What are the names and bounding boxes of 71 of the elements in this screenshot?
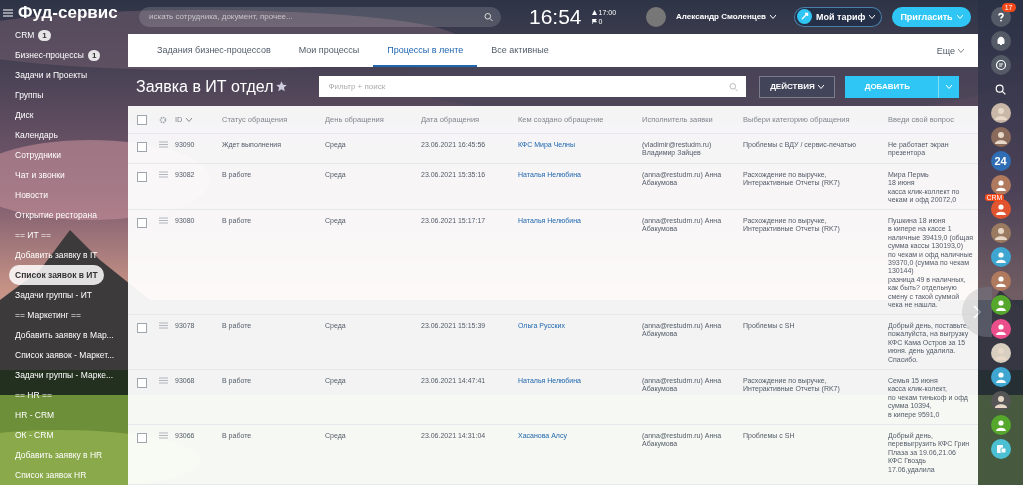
actions-button[interactable]: ДЕЙСТВИЯ [759, 75, 835, 98]
sidebar-item[interactable]: Открытие ресторана [9, 205, 103, 225]
caret-icon [946, 84, 952, 89]
sidebar-item[interactable]: Список заявок в ИТ [9, 265, 104, 285]
caret-icon [956, 14, 963, 19]
phone-icon [994, 443, 1007, 455]
tab[interactable]: Мои процессы [284, 33, 374, 68]
row-checkbox[interactable] [137, 172, 147, 182]
tab[interactable]: Процессы в ленте [373, 33, 478, 68]
filter-field[interactable]: Фильтр + поиск [319, 76, 747, 98]
sidebar-item[interactable]: Новости [9, 185, 54, 205]
caret-icon [185, 117, 192, 122]
sidebar-item[interactable]: Чат и звонки [9, 165, 71, 185]
sidebar-item[interactable]: Бизнес-процессы 1 [9, 45, 107, 65]
page-title: Заявка в ИТ отдел [136, 77, 274, 96]
counter-badge: 1 [38, 29, 51, 41]
row-checkbox[interactable] [137, 378, 147, 388]
sidebar-item[interactable]: Диск [9, 105, 40, 125]
tariff-button[interactable]: Мой тариф [794, 6, 883, 27]
sidebar-item[interactable]: HR - CRM [9, 405, 61, 425]
caret-icon [869, 14, 876, 19]
sidebar-item[interactable]: == ИТ == [9, 225, 57, 245]
sidebar-item[interactable]: Добавить заявку в Мар... [9, 325, 120, 345]
select-all-checkbox[interactable] [137, 115, 147, 125]
user-icon [994, 371, 1007, 383]
search-icon [995, 83, 1006, 95]
caret-icon [958, 48, 964, 53]
sidebar-item[interactable]: Задачи и Проекты [9, 65, 94, 85]
sidebar-item[interactable]: Календарь [9, 125, 64, 145]
user-icon [994, 203, 1007, 215]
person-icon [993, 394, 1008, 408]
sidebar-item[interactable]: == Маркетинг == [9, 305, 87, 325]
user-name[interactable]: Александр Смоленцев [676, 12, 777, 22]
alarm-icon [591, 9, 597, 15]
flag-icon [591, 18, 597, 24]
caret-icon [817, 84, 824, 89]
row-checkbox[interactable] [137, 323, 147, 333]
more-link[interactable]: Еще [936, 33, 964, 68]
search-icon [729, 82, 739, 92]
sidebar-item[interactable]: == HR == [9, 385, 58, 405]
row-checkbox[interactable] [137, 218, 147, 228]
tab[interactable]: Задания бизнес-процессов [143, 33, 285, 68]
user-icon [994, 299, 1007, 311]
sidebar-item[interactable]: CRM 1 [9, 25, 57, 45]
search-icon [484, 12, 493, 22]
user-icon [994, 179, 1007, 191]
star-icon[interactable] [276, 81, 288, 93]
user-icon [994, 275, 1007, 287]
chat-icon [994, 59, 1007, 71]
row-checkbox[interactable] [137, 142, 147, 152]
clock-time: 16:54 [529, 4, 582, 29]
sidebar-item[interactable]: Сотрудники [9, 145, 68, 165]
user-icon [994, 419, 1007, 431]
bell-icon [995, 36, 1006, 46]
user-icon [994, 251, 1007, 263]
question-icon [995, 12, 1006, 22]
row-checkbox[interactable] [137, 433, 147, 443]
person-icon [993, 346, 1008, 360]
sidebar-item[interactable]: Группы [9, 85, 50, 105]
person-icon [993, 226, 1008, 240]
person-icon [993, 130, 1008, 144]
counter-badge: 1 [87, 49, 101, 61]
sidebar-item[interactable]: Список заявок - Маркет... [9, 345, 121, 365]
sidebar-item[interactable]: Добавить заявку в IT [9, 245, 104, 265]
person-icon [993, 106, 1008, 120]
user-icon [994, 323, 1007, 335]
tab[interactable]: Все активные [477, 33, 563, 68]
sidebar-item[interactable]: Задачи группы - ИТ [9, 285, 99, 305]
sidebar-item[interactable]: Задачи группы - Марке... [9, 365, 119, 385]
app-logo: Фуд-сервис [18, 2, 118, 23]
caret-icon [770, 14, 777, 19]
